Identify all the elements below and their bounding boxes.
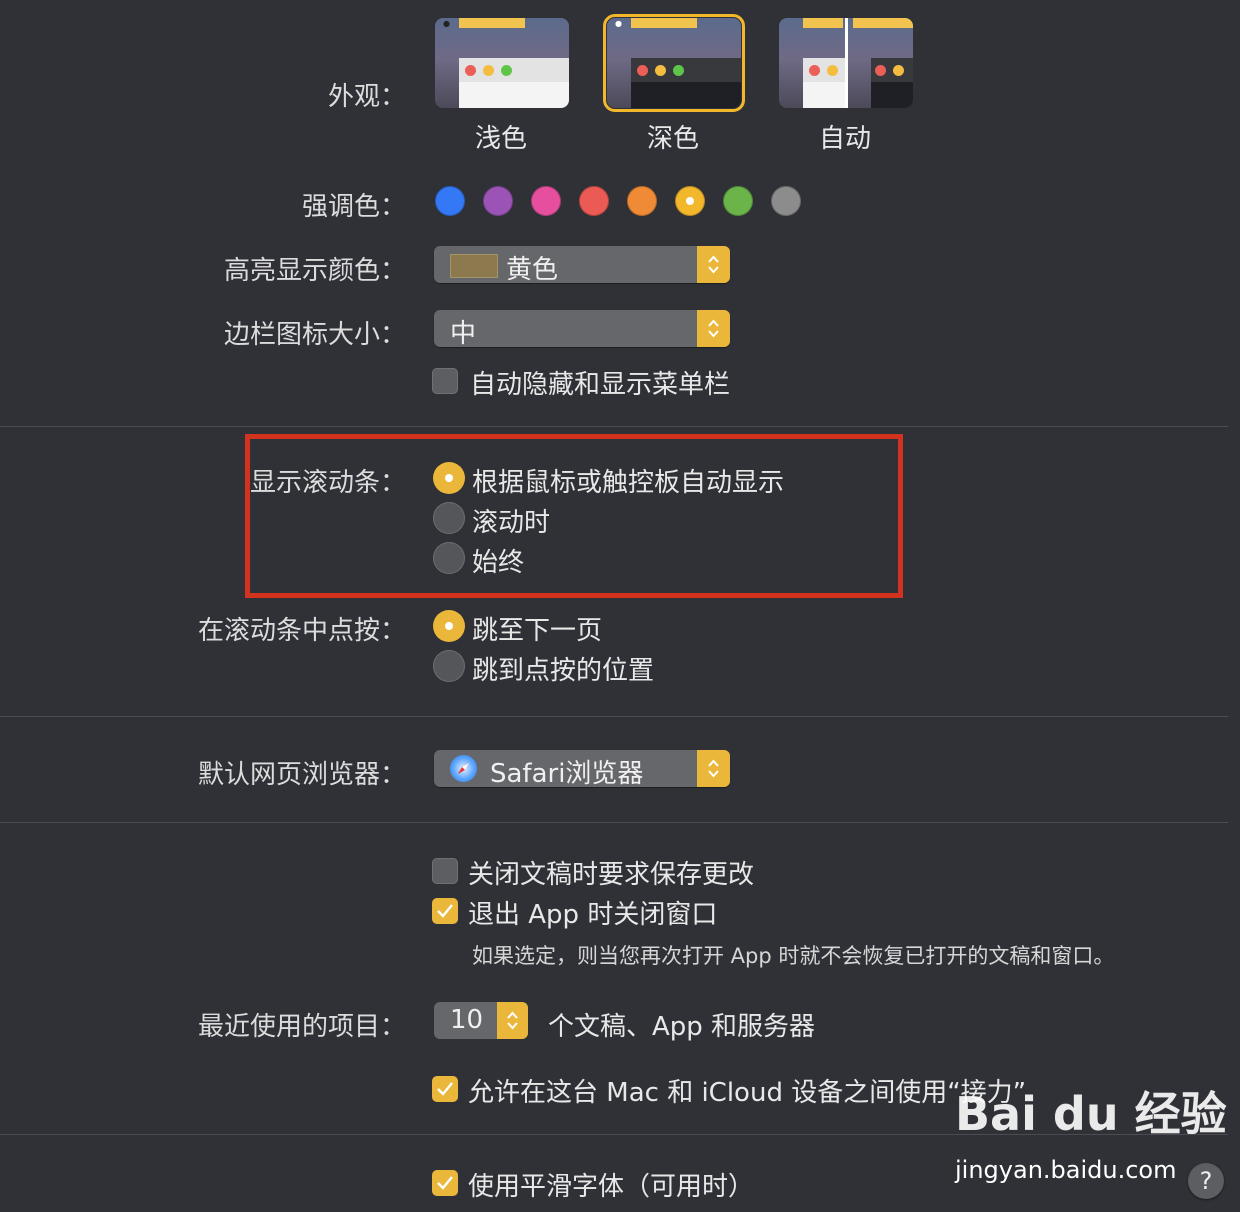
accent-color-swatch[interactable] bbox=[627, 186, 657, 216]
handoff-checkbox[interactable] bbox=[432, 1076, 458, 1102]
font-smoothing-checkbox[interactable] bbox=[432, 1170, 458, 1196]
apple-icon: ● bbox=[443, 19, 450, 28]
baidu-jingyan-watermark-logo: Bai du 经验 bbox=[955, 1087, 1227, 1141]
appearance-light-label: 浅色 bbox=[475, 124, 528, 154]
accent-color-swatch[interactable] bbox=[675, 186, 705, 216]
appearance-auto-thumb[interactable] bbox=[779, 18, 913, 108]
appearance-dark-label: 深色 bbox=[647, 124, 700, 154]
appearance-dark-thumb[interactable]: ● bbox=[603, 14, 745, 112]
highlight-color-popup[interactable]: 黄色 bbox=[434, 246, 730, 285]
highlight-annotation-box bbox=[245, 434, 903, 598]
ask-keep-changes-checkbox[interactable] bbox=[432, 858, 458, 884]
click-next-page-label: 跳至下一页 bbox=[472, 616, 603, 646]
accent-label: 强调色： bbox=[301, 192, 406, 222]
highlight-color-chip bbox=[450, 254, 498, 278]
appearance-auto-label: 自动 bbox=[819, 124, 872, 154]
baidu-jingyan-watermark-url: jingyan.baidu.com bbox=[955, 1156, 1177, 1184]
click-scrollbar-label: 在滚动条中点按： bbox=[197, 616, 406, 646]
handoff-label: 允许在这台 Mac 和 iCloud 设备之间使用“接力” bbox=[468, 1078, 1027, 1108]
auto-hide-menubar-label: 自动隐藏和显示菜单栏 bbox=[470, 370, 731, 400]
sidebar-icon-size-popup[interactable]: 中 bbox=[434, 310, 730, 349]
appearance-light-thumb[interactable]: ● bbox=[435, 18, 569, 108]
recent-items-value: 10 bbox=[450, 1005, 484, 1035]
default-browser-value: Safari浏览器 bbox=[490, 759, 644, 789]
scrollbars-auto-radio[interactable] bbox=[433, 462, 465, 494]
recent-items-label: 最近使用的项目： bbox=[197, 1012, 406, 1042]
default-browser-popup[interactable]: Safari浏览器 bbox=[434, 750, 730, 789]
font-smoothing-label: 使用平滑字体（可用时） bbox=[468, 1172, 755, 1202]
accent-color-swatch[interactable] bbox=[483, 186, 513, 216]
popup-arrows-icon bbox=[697, 310, 730, 347]
close-windows-label: 退出 App 时关闭窗口 bbox=[468, 900, 718, 930]
appearance-label: 外观： bbox=[327, 82, 406, 112]
accent-color-swatch[interactable] bbox=[579, 186, 609, 216]
accent-color-swatch[interactable] bbox=[435, 186, 465, 216]
popup-arrows-icon bbox=[697, 750, 730, 787]
click-next-page-radio[interactable] bbox=[433, 610, 465, 642]
divider bbox=[0, 716, 1228, 717]
show-scrollbars-label: 显示滚动条： bbox=[249, 468, 406, 498]
popup-arrows-icon bbox=[497, 1002, 528, 1039]
recent-items-popup[interactable]: 10 bbox=[434, 1002, 528, 1039]
auto-hide-menubar-checkbox[interactable] bbox=[432, 368, 458, 394]
help-button[interactable]: ? bbox=[1188, 1163, 1224, 1199]
close-windows-note: 如果选定，则当您再次打开 App 时就不会恢复已打开的文稿和窗口。 bbox=[472, 944, 1115, 968]
safari-compass-icon bbox=[450, 755, 477, 782]
scrollbars-when-scrolling-radio[interactable] bbox=[433, 502, 465, 534]
sidebar-icon-size-value: 中 bbox=[450, 319, 477, 349]
close-windows-checkbox[interactable] bbox=[432, 898, 458, 924]
scrollbars-when-scrolling-label: 滚动时 bbox=[472, 508, 551, 538]
popup-arrows-icon bbox=[697, 246, 730, 283]
accent-color-swatch[interactable] bbox=[723, 186, 753, 216]
sidebar-icon-size-label: 边栏图标大小： bbox=[223, 320, 406, 350]
highlight-label: 高亮显示颜色： bbox=[223, 256, 406, 286]
ask-keep-changes-label: 关闭文稿时要求保存更改 bbox=[468, 860, 755, 890]
accent-color-swatch[interactable] bbox=[531, 186, 561, 216]
click-jump-spot-radio[interactable] bbox=[433, 650, 465, 682]
default-browser-label: 默认网页浏览器： bbox=[197, 760, 406, 790]
divider bbox=[0, 822, 1228, 823]
recent-items-suffix: 个文稿、App 和服务器 bbox=[548, 1012, 816, 1042]
click-jump-spot-label: 跳到点按的位置 bbox=[472, 656, 655, 686]
scrollbars-auto-label: 根据鼠标或触控板自动显示 bbox=[472, 468, 785, 498]
divider bbox=[0, 426, 1228, 427]
selected-dot bbox=[686, 197, 694, 205]
apple-icon: ● bbox=[615, 19, 622, 28]
highlight-color-value: 黄色 bbox=[506, 255, 559, 285]
scrollbars-always-label: 始终 bbox=[472, 548, 525, 578]
accent-color-swatch[interactable] bbox=[771, 186, 801, 216]
scrollbars-always-radio[interactable] bbox=[433, 542, 465, 574]
